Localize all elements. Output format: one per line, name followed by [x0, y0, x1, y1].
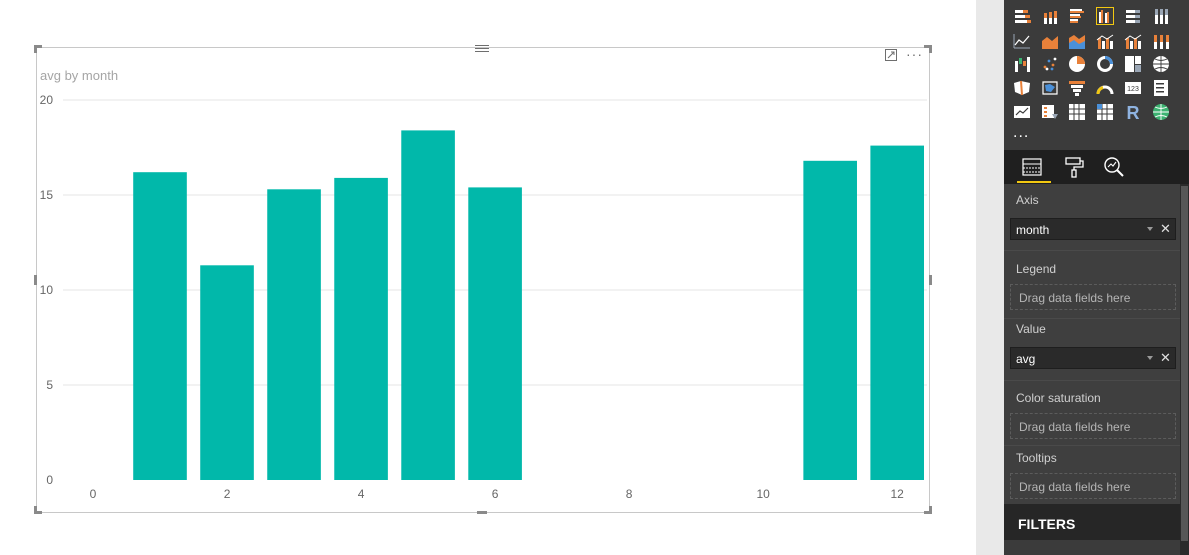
value-well-label: Value	[1016, 322, 1046, 336]
stacked-column-icon[interactable]	[1041, 7, 1059, 25]
tooltips-drop-placeholder: Drag data fields here	[1019, 480, 1131, 494]
r-icon-text: R	[1127, 103, 1140, 121]
stacked-area-icon[interactable]	[1068, 32, 1086, 50]
r-visual-icon[interactable]: R	[1124, 103, 1142, 121]
slicer-icon[interactable]	[1041, 103, 1059, 121]
y-tick-label: 20	[40, 93, 54, 107]
y-tick-label: 15	[40, 188, 54, 202]
bar-month-11[interactable]	[803, 160, 857, 481]
treemap-icon[interactable]	[1124, 55, 1142, 73]
x-tick-label: 12	[891, 487, 905, 501]
color-saturation-drop-placeholder: Drag data fields here	[1019, 420, 1131, 434]
gauge-icon[interactable]	[1096, 79, 1114, 97]
line-stacked-column-icon[interactable]	[1124, 32, 1142, 50]
bar-month-1[interactable]	[133, 172, 187, 480]
map-icon[interactable]	[1152, 55, 1170, 73]
axis-field-name: month	[1016, 223, 1050, 237]
bar-month-3[interactable]	[267, 189, 321, 481]
chart-plot: 0 5 10 15 20 0 2 4 6 8 10 12	[40, 93, 927, 501]
more-visuals-icon[interactable]: ...	[1013, 124, 1029, 142]
line-chart-icon[interactable]	[1013, 32, 1031, 50]
funnel-icon[interactable]	[1068, 79, 1086, 97]
multirow-card-icon[interactable]	[1152, 79, 1170, 97]
x-tick-label: 0	[90, 487, 97, 501]
100-stacked-column-icon[interactable]	[1152, 7, 1170, 25]
color-saturation-drop-zone[interactable]: Drag data fields here	[1010, 413, 1176, 439]
card-icon-text: 123	[1127, 86, 1139, 93]
tooltips-well-label: Tooltips	[1016, 451, 1057, 465]
y-tick-label: 5	[46, 378, 53, 392]
filled-map-icon[interactable]	[1013, 79, 1031, 97]
divider	[1004, 318, 1180, 319]
value-field-pill[interactable]: avg ✕	[1010, 347, 1176, 369]
axis-well-label: Axis	[1016, 193, 1039, 207]
pane-scrollbar-thumb[interactable]	[1181, 186, 1188, 541]
filters-area	[1004, 540, 1180, 555]
shape-map-icon[interactable]	[1041, 79, 1059, 97]
line-clustered-column-icon[interactable]	[1096, 32, 1114, 50]
x-tick-label: 8	[626, 487, 633, 501]
kpi-icon[interactable]	[1013, 103, 1031, 121]
pane-tabs	[1004, 150, 1189, 184]
y-tick-label: 10	[40, 283, 54, 297]
donut-icon[interactable]	[1096, 55, 1114, 73]
y-tick-label: 0	[46, 473, 53, 487]
remove-field-icon[interactable]: ✕	[1160, 221, 1171, 237]
bar-month-4[interactable]	[334, 177, 388, 480]
divider	[1004, 380, 1180, 381]
remove-field-icon[interactable]: ✕	[1160, 350, 1171, 366]
format-paint-roller-icon[interactable]	[1062, 155, 1086, 179]
color-saturation-well-label: Color saturation	[1016, 391, 1101, 405]
card-icon[interactable]: 123	[1124, 79, 1142, 97]
x-tick-label: 4	[358, 487, 365, 501]
100-stacked-bar-icon[interactable]	[1124, 7, 1142, 25]
chevron-down-icon[interactable]	[1147, 227, 1153, 231]
bar-month-6[interactable]	[468, 187, 522, 480]
waterfall-icon[interactable]	[1013, 55, 1031, 73]
tooltips-drop-zone[interactable]: Drag data fields here	[1010, 473, 1176, 499]
axis-field-pill[interactable]: month ✕	[1010, 218, 1176, 240]
scatter-icon[interactable]	[1041, 55, 1059, 73]
x-tick-label: 2	[224, 487, 231, 501]
divider	[1004, 445, 1180, 446]
bar-month-5[interactable]	[401, 130, 455, 480]
x-tick-label: 6	[492, 487, 499, 501]
table-icon[interactable]	[1068, 103, 1086, 121]
area-chart-icon[interactable]	[1041, 32, 1059, 50]
bar-month-12[interactable]	[870, 145, 924, 480]
matrix-icon[interactable]	[1096, 103, 1114, 121]
bar-month-2[interactable]	[200, 265, 254, 480]
canvas-scroll-gutter[interactable]	[976, 0, 1004, 555]
value-field-name: avg	[1016, 352, 1036, 366]
analytics-magnifier-icon[interactable]	[1102, 155, 1126, 179]
legend-drop-placeholder: Drag data fields here	[1019, 291, 1131, 305]
filters-label: FILTERS	[1018, 516, 1076, 532]
active-tab-indicator	[1017, 181, 1051, 183]
legend-drop-zone[interactable]: Drag data fields here	[1010, 284, 1176, 310]
ribbon-chart-icon[interactable]	[1152, 32, 1170, 50]
stacked-bar-icon[interactable]	[1013, 7, 1031, 25]
pie-icon[interactable]	[1068, 55, 1086, 73]
legend-well-label: Legend	[1016, 262, 1057, 276]
x-tick-label: 10	[756, 487, 770, 501]
divider	[1004, 250, 1180, 251]
fields-icon[interactable]	[1020, 155, 1044, 179]
globe-icon[interactable]	[1152, 103, 1170, 121]
clustered-column-icon[interactable]	[1096, 7, 1114, 25]
chevron-down-icon[interactable]	[1147, 356, 1153, 360]
clustered-bar-icon[interactable]	[1068, 7, 1086, 25]
